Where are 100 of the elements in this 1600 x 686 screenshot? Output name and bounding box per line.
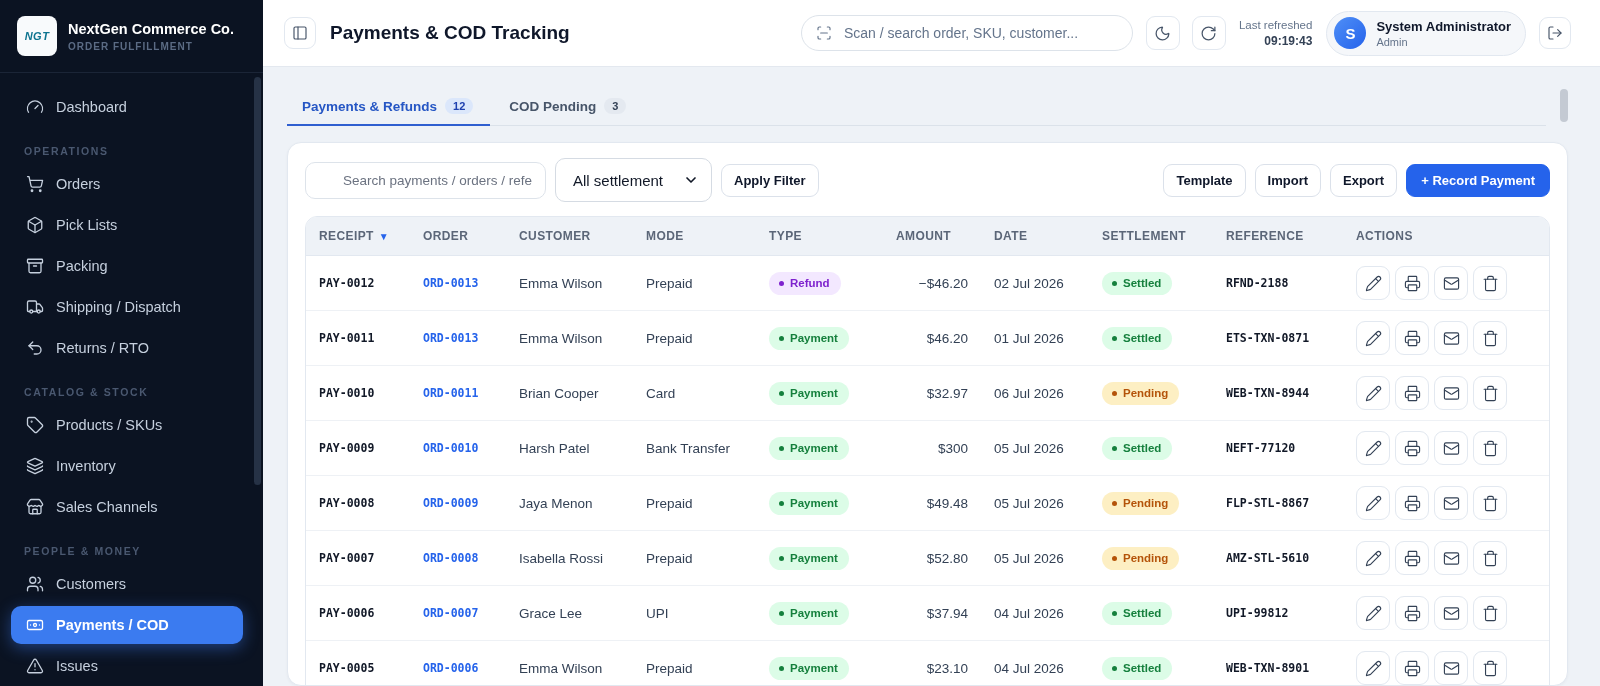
sidebar-toggle-button[interactable] bbox=[284, 17, 316, 49]
scrollbar-thumb[interactable] bbox=[254, 77, 261, 485]
pencil-icon bbox=[1364, 604, 1382, 622]
type-label: Payment bbox=[790, 332, 838, 344]
nav-item[interactable]: Inventory bbox=[11, 447, 243, 485]
order-link[interactable]: ORD-0009 bbox=[423, 496, 479, 510]
email-button[interactable] bbox=[1434, 376, 1468, 410]
email-button[interactable] bbox=[1434, 266, 1468, 300]
edit-button[interactable] bbox=[1356, 541, 1390, 575]
print-button[interactable] bbox=[1395, 651, 1429, 685]
customer-name: Brian Cooper bbox=[519, 385, 599, 401]
refresh-button[interactable] bbox=[1191, 16, 1226, 50]
payment-date: 05 Jul 2026 bbox=[994, 495, 1064, 511]
email-button[interactable] bbox=[1434, 321, 1468, 355]
nav-item[interactable]: Customers bbox=[11, 565, 243, 603]
theme-toggle-button[interactable] bbox=[1145, 16, 1180, 50]
status-dot-icon bbox=[1112, 555, 1117, 561]
nav-item[interactable]: Returns / RTO bbox=[11, 329, 243, 367]
order-link[interactable]: ORD-0011 bbox=[423, 386, 479, 400]
users-icon bbox=[26, 575, 44, 593]
delete-button[interactable] bbox=[1473, 541, 1507, 575]
print-button[interactable] bbox=[1395, 376, 1429, 410]
order-link[interactable]: ORD-0007 bbox=[423, 606, 479, 620]
nav-item[interactable]: Sales Channels bbox=[11, 488, 243, 526]
nav-item[interactable]: Packing bbox=[11, 247, 243, 285]
payment-date: 01 Jul 2026 bbox=[994, 330, 1064, 346]
email-button[interactable] bbox=[1434, 486, 1468, 520]
tab[interactable]: Payments & Refunds 12 bbox=[287, 88, 491, 126]
payment-date: 04 Jul 2026 bbox=[994, 660, 1064, 676]
edit-button[interactable] bbox=[1356, 321, 1390, 355]
search-field[interactable]: Scan / search order, SKU, customer... bbox=[800, 15, 1133, 51]
email-button[interactable] bbox=[1434, 431, 1468, 465]
tab[interactable]: COD Pending 3 bbox=[494, 88, 644, 126]
print-button[interactable] bbox=[1395, 266, 1429, 300]
envelope-icon bbox=[1442, 549, 1460, 567]
edit-button[interactable] bbox=[1356, 596, 1390, 630]
status-dot-icon bbox=[779, 555, 784, 561]
order-link[interactable]: ORD-0006 bbox=[423, 661, 479, 675]
print-button[interactable] bbox=[1395, 431, 1429, 465]
receipt-id: PAY-0012 bbox=[319, 276, 375, 290]
search-field[interactable]: Search payments / orders / refe bbox=[305, 161, 546, 199]
edit-button[interactable] bbox=[1356, 431, 1390, 465]
toolbar-button[interactable]: Template bbox=[1163, 163, 1246, 197]
customer-name: Harsh Patel bbox=[519, 440, 590, 456]
order-link[interactable]: ORD-0013 bbox=[423, 276, 479, 290]
print-button[interactable] bbox=[1395, 321, 1429, 355]
email-button[interactable] bbox=[1434, 651, 1468, 685]
print-button[interactable] bbox=[1395, 596, 1429, 630]
nav-item[interactable]: Products / SKUs bbox=[11, 406, 243, 444]
delete-button[interactable] bbox=[1473, 596, 1507, 630]
status-dot-icon bbox=[1112, 280, 1117, 286]
nav-item[interactable]: Dashboard bbox=[11, 88, 243, 126]
delete-button[interactable] bbox=[1473, 266, 1507, 300]
logout-button[interactable] bbox=[1539, 17, 1571, 49]
status-dot-icon bbox=[779, 665, 784, 671]
settlement-label: Settled bbox=[1123, 607, 1162, 619]
email-button[interactable] bbox=[1434, 596, 1468, 630]
order-link[interactable]: ORD-0010 bbox=[423, 441, 479, 455]
receipt-id: PAY-0011 bbox=[319, 331, 375, 345]
edit-button[interactable] bbox=[1356, 376, 1390, 410]
apply-filter-button[interactable]: Apply Filter bbox=[721, 163, 819, 197]
envelope-icon bbox=[1442, 384, 1460, 402]
email-button[interactable] bbox=[1434, 541, 1468, 575]
trash-icon bbox=[1481, 659, 1499, 677]
sort-indicator[interactable]: ▼ bbox=[378, 230, 389, 242]
trash-icon bbox=[1481, 329, 1499, 347]
nav-item[interactable]: Orders bbox=[11, 165, 243, 203]
user-menu[interactable]: S System Administrator Admin bbox=[1326, 10, 1526, 56]
order-link[interactable]: ORD-0008 bbox=[423, 551, 479, 565]
column-header: CUSTOMER bbox=[519, 229, 591, 243]
status-dot-icon bbox=[1112, 610, 1117, 616]
print-button[interactable] bbox=[1395, 486, 1429, 520]
settlement-dropdown[interactable]: All settlement bbox=[555, 158, 712, 202]
type-label: Payment bbox=[790, 662, 838, 674]
pencil-icon bbox=[1364, 384, 1382, 402]
record-payment-button[interactable]: + Record Payment bbox=[1406, 163, 1550, 197]
order-link[interactable]: ORD-0013 bbox=[423, 331, 479, 345]
settlement-label: Pending bbox=[1123, 497, 1169, 509]
settlement-label: Settled bbox=[1123, 442, 1162, 454]
customer-name: Grace Lee bbox=[519, 605, 583, 621]
nav-item[interactable]: Issues bbox=[11, 647, 243, 685]
nav-item[interactable]: Pick Lists bbox=[11, 206, 243, 244]
toolbar-button[interactable]: Import bbox=[1254, 163, 1322, 197]
column-header[interactable]: RECEIPT bbox=[319, 229, 374, 243]
delete-button[interactable] bbox=[1473, 431, 1507, 465]
reference-code: UPI-99812 bbox=[1226, 606, 1289, 620]
nav-item[interactable]: Shipping / Dispatch bbox=[11, 288, 243, 326]
toolbar-button[interactable]: Export bbox=[1330, 163, 1398, 197]
edit-button[interactable] bbox=[1356, 651, 1390, 685]
edit-button[interactable] bbox=[1356, 486, 1390, 520]
delete-button[interactable] bbox=[1473, 486, 1507, 520]
scrollbar-thumb[interactable] bbox=[1560, 89, 1568, 122]
trash-icon bbox=[1481, 384, 1499, 402]
delete-button[interactable] bbox=[1473, 651, 1507, 685]
delete-button[interactable] bbox=[1473, 376, 1507, 410]
edit-button[interactable] bbox=[1356, 266, 1390, 300]
delete-button[interactable] bbox=[1473, 321, 1507, 355]
column-header: ORDER bbox=[423, 229, 469, 243]
print-button[interactable] bbox=[1395, 541, 1429, 575]
nav-item[interactable]: Payments / COD bbox=[11, 606, 243, 644]
